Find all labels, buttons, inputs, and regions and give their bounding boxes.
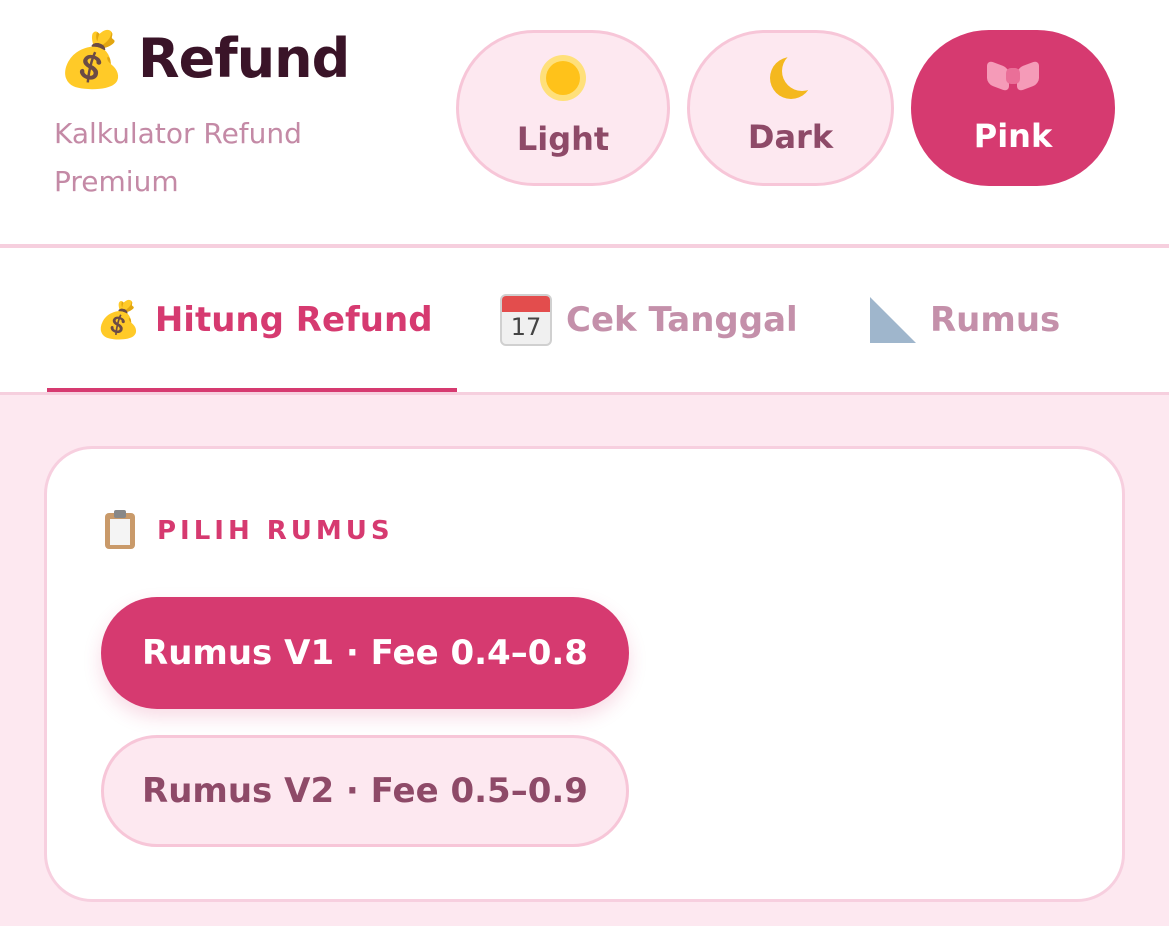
theme-dark-label: Dark	[747, 118, 834, 156]
formula-v1-button[interactable]: Rumus V1 · Fee 0.4–0.8	[101, 597, 629, 709]
theme-pink-button[interactable]: Pink	[911, 30, 1115, 186]
tab-label: Cek Tanggal	[566, 300, 798, 340]
tab-label: Rumus	[930, 300, 1061, 340]
triangular-ruler-icon	[870, 297, 916, 343]
money-bag-icon: 💰	[96, 300, 141, 341]
calendar-icon: 17	[500, 294, 552, 346]
formula-card: PILIH RUMUS Rumus V1 · Fee 0.4–0.8 Rumus…	[44, 446, 1125, 902]
app-title: Refund	[138, 27, 350, 90]
formula-v2-button[interactable]: Rumus V2 · Fee 0.5–0.9	[101, 735, 629, 847]
theme-light-label: Light	[516, 120, 610, 158]
section-label: PILIH RUMUS	[157, 516, 394, 546]
moon-icon	[769, 51, 822, 109]
tab-cek-tanggal[interactable]: 17 Cek Tanggal	[500, 248, 798, 392]
theme-light-button[interactable]: Light	[456, 30, 670, 186]
app-subtitle: Kalkulator Refund Premium	[54, 117, 302, 198]
money-bag-icon: 💰	[58, 28, 126, 91]
theme-pink-label: Pink	[973, 117, 1053, 155]
section-header: PILIH RUMUS	[105, 510, 394, 549]
ribbon-icon	[987, 58, 1039, 108]
tab-hitung-refund[interactable]: 💰 Hitung Refund	[96, 248, 433, 392]
sun-icon	[546, 55, 580, 111]
tab-rumus[interactable]: Rumus	[870, 248, 1060, 392]
theme-dark-button[interactable]: Dark	[687, 30, 894, 186]
app-header: 💰 Refund Kalkulator Refund Premium Light…	[0, 0, 1169, 248]
active-tab-indicator	[47, 388, 457, 392]
clipboard-icon	[105, 510, 135, 549]
tab-label: Hitung Refund	[154, 300, 433, 340]
tab-bar: 💰 Hitung Refund 17 Cek Tanggal Rumus	[0, 248, 1169, 395]
